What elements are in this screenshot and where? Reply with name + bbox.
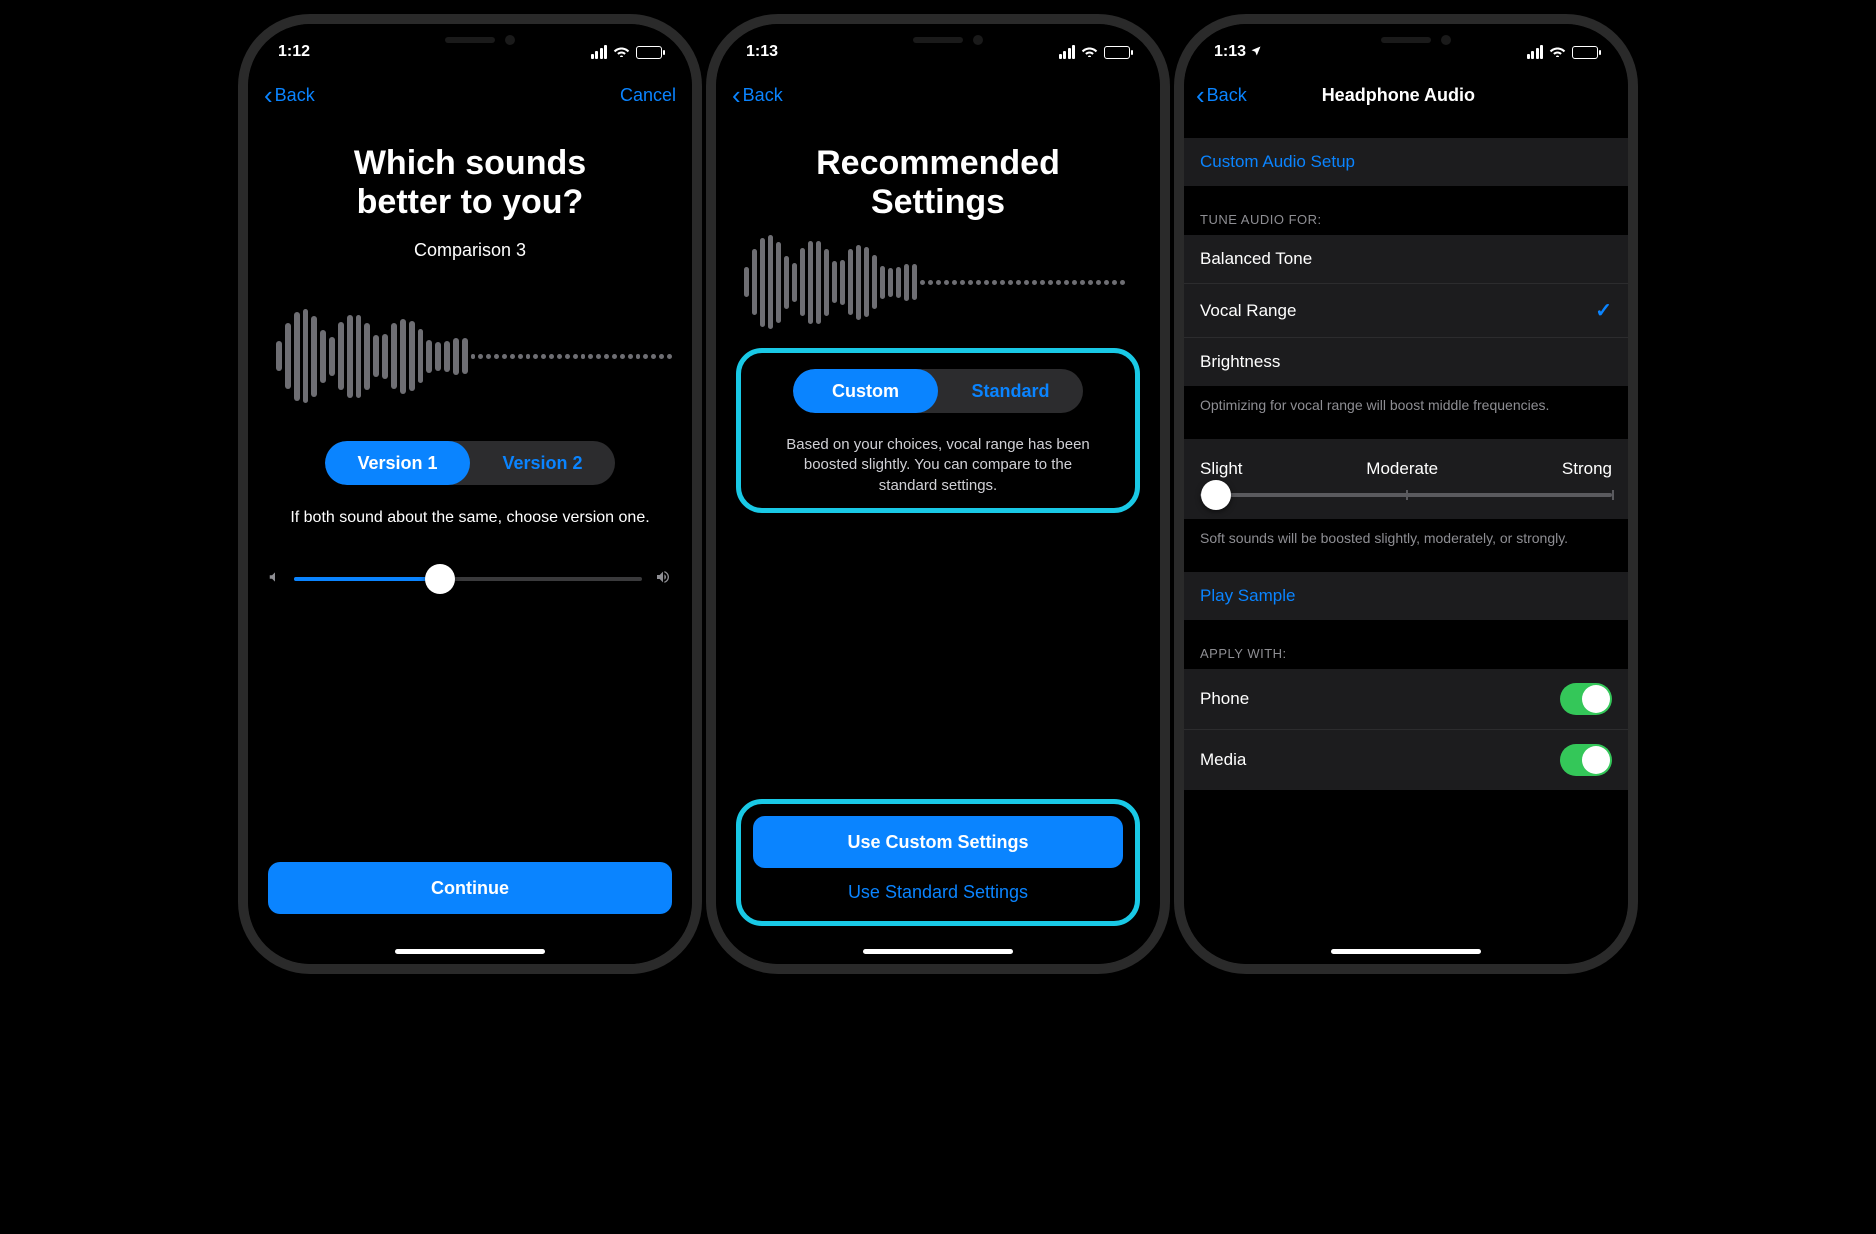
slider-thumb[interactable] (1201, 480, 1231, 510)
custom-standard-segmented-control[interactable]: Custom Standard (793, 369, 1083, 413)
apply-phone-row: Phone (1184, 669, 1628, 730)
chevron-left-icon: ‹ (264, 82, 273, 108)
vocal-range-row[interactable]: Vocal Range ✓ (1184, 284, 1628, 338)
page-title: Headphone Audio (1247, 85, 1550, 106)
screen-1: 1:12 ‹ Back Cancel Which sounds better t… (248, 24, 692, 964)
nav-bar: ‹ Back (716, 72, 1160, 118)
tune-footer: Optimizing for vocal range will boost mi… (1184, 386, 1628, 419)
version-segmented-control[interactable]: Version 1 Version 2 (325, 441, 615, 485)
apply-with-header: APPLY WITH: (1184, 620, 1628, 669)
battery-icon (1572, 46, 1598, 59)
moderate-label: Moderate (1366, 459, 1438, 479)
cancel-button[interactable]: Cancel (620, 85, 676, 106)
phone-frame-3: 1:13 ‹ Back Headphone Audio (1184, 24, 1628, 964)
play-sample-row[interactable]: Play Sample (1184, 572, 1628, 620)
wifi-icon (1081, 44, 1098, 61)
chevron-left-icon: ‹ (732, 82, 741, 108)
home-indicator[interactable] (1331, 949, 1481, 954)
screen-3: 1:13 ‹ Back Headphone Audio (1184, 24, 1628, 964)
version-1-segment[interactable]: Version 1 (325, 441, 470, 485)
continue-button[interactable]: Continue (268, 862, 672, 914)
checkmark-icon: ✓ (1595, 298, 1612, 323)
waveform-graphic (736, 232, 1140, 332)
highlight-box-top: Custom Standard Based on your choices, v… (736, 348, 1140, 513)
battery-icon (1104, 46, 1130, 59)
balanced-tone-row[interactable]: Balanced Tone (1184, 235, 1628, 284)
use-custom-settings-button[interactable]: Use Custom Settings (753, 816, 1123, 868)
chevron-left-icon: ‹ (1196, 82, 1205, 108)
standard-segment[interactable]: Standard (938, 369, 1083, 413)
back-label: Back (1207, 85, 1247, 106)
description-text: Based on your choices, vocal range has b… (753, 435, 1123, 496)
back-button[interactable]: ‹ Back (1196, 82, 1247, 108)
slider-thumb[interactable] (425, 564, 455, 594)
version-2-segment[interactable]: Version 2 (470, 441, 615, 485)
location-icon (1250, 45, 1262, 60)
back-label: Back (275, 85, 315, 106)
comparison-label: Comparison 3 (268, 240, 672, 261)
screen-2: 1:13 ‹ Back Recommended Settings (716, 24, 1160, 964)
page-title: Which sounds better to you? (268, 144, 672, 222)
nav-bar: ‹ Back Cancel (248, 72, 692, 118)
use-standard-settings-button[interactable]: Use Standard Settings (753, 868, 1123, 909)
slight-label: Slight (1200, 459, 1243, 479)
strength-labels-row: Slight Moderate Strong (1184, 439, 1628, 489)
media-toggle[interactable] (1560, 744, 1612, 776)
strength-slider[interactable] (1184, 489, 1628, 519)
tune-audio-header: TUNE AUDIO FOR: (1184, 186, 1628, 235)
custom-segment[interactable]: Custom (793, 369, 938, 413)
cellular-signal-icon (591, 45, 608, 59)
apply-media-row: Media (1184, 730, 1628, 790)
status-time: 1:13 (1214, 43, 1246, 61)
notch (365, 24, 575, 56)
strength-footer: Soft sounds will be boosted slightly, mo… (1184, 519, 1628, 552)
hint-text: If both sound about the same, choose ver… (268, 507, 672, 529)
back-label: Back (743, 85, 783, 106)
cellular-signal-icon (1059, 45, 1076, 59)
volume-low-icon (268, 570, 282, 589)
brightness-row[interactable]: Brightness (1184, 338, 1628, 386)
volume-slider-row (268, 569, 672, 590)
back-button[interactable]: ‹ Back (732, 82, 783, 108)
status-time: 1:12 (278, 43, 310, 61)
waveform-graphic (268, 291, 672, 421)
page-title: Recommended Settings (736, 144, 1140, 222)
back-button[interactable]: ‹ Back (264, 82, 315, 108)
phone-frame-2: 1:13 ‹ Back Recommended Settings (716, 24, 1160, 964)
notch (833, 24, 1043, 56)
battery-icon (636, 46, 662, 59)
wifi-icon (613, 44, 630, 61)
status-time: 1:13 (746, 43, 778, 61)
phone-frame-1: 1:12 ‹ Back Cancel Which sounds better t… (248, 24, 692, 964)
phone-toggle[interactable] (1560, 683, 1612, 715)
strong-label: Strong (1562, 459, 1612, 479)
volume-high-icon (654, 569, 672, 590)
home-indicator[interactable] (863, 949, 1013, 954)
volume-slider[interactable] (294, 577, 642, 581)
cellular-signal-icon (1527, 45, 1544, 59)
home-indicator[interactable] (395, 949, 545, 954)
highlight-box-bottom: Use Custom Settings Use Standard Setting… (736, 799, 1140, 926)
custom-audio-setup-row[interactable]: Custom Audio Setup (1184, 138, 1628, 186)
wifi-icon (1549, 44, 1566, 61)
notch (1301, 24, 1511, 56)
nav-bar: ‹ Back Headphone Audio (1184, 72, 1628, 118)
